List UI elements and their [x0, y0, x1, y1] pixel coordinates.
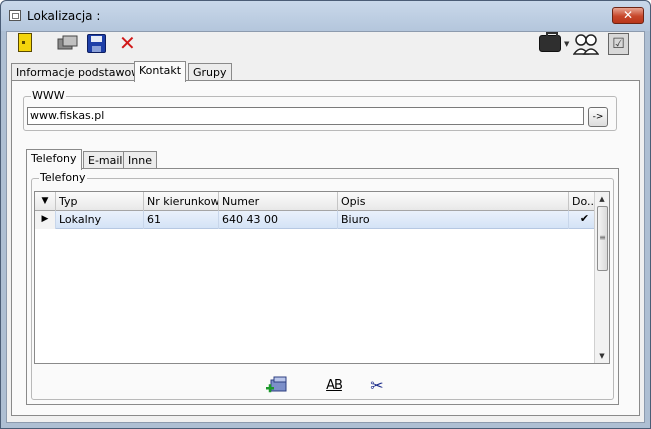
application-window: Lokalizacja : ✕ ✕ ▼ ☑ Informacje podstaw… [0, 0, 651, 429]
scroll-thumb[interactable]: ≡ [597, 206, 608, 271]
open-www-button[interactable]: -> [588, 107, 608, 127]
vertical-scrollbar[interactable]: ▲ ≡ ▼ [594, 192, 609, 363]
scroll-down-icon[interactable]: ▼ [595, 349, 609, 363]
rename-label: AB [326, 378, 343, 393]
www-group: WWW www.fiskas.pl -> [23, 90, 617, 131]
save-icon[interactable] [87, 34, 106, 53]
people-icon[interactable] [573, 33, 599, 55]
column-header-typ[interactable]: Typ [56, 192, 144, 211]
table-row[interactable]: ▶ Lokalny 61 640 43 00 Biuro ✔ [35, 211, 601, 229]
briefcase-icon[interactable] [539, 32, 561, 52]
delete-icon[interactable]: ✕ [119, 32, 137, 54]
cut-icon[interactable]: ✂ [364, 375, 390, 397]
cell-typ[interactable]: Lokalny [56, 211, 144, 229]
add-phone-button[interactable] [264, 375, 290, 397]
scroll-up-icon[interactable]: ▲ [595, 192, 609, 206]
telefony-legend: Telefony [39, 171, 87, 184]
cell-numer[interactable]: 640 43 00 [219, 211, 338, 229]
row-selector-icon[interactable]: ▶ [35, 211, 56, 229]
client-area: ✕ ▼ ☑ Informacje podstawowe Kontakt Grup… [6, 31, 645, 423]
cell-nr-kierunkowy[interactable]: 61 [144, 211, 219, 229]
rename-button[interactable]: AB [321, 375, 347, 397]
checkbox-icon[interactable]: ☑ [608, 33, 629, 55]
column-header-nr-kierunkowy[interactable]: Nr kierunkowy [144, 192, 219, 211]
column-header-opis[interactable]: Opis [338, 192, 569, 211]
column-header-numer[interactable]: Numer [219, 192, 338, 211]
title-bar[interactable]: Lokalizacja : ✕ [1, 1, 650, 31]
window-title: Lokalizacja : [27, 9, 101, 23]
duplicate-icon[interactable] [57, 35, 79, 51]
tab-informacje-podstawowe[interactable]: Informacje podstawowe [11, 63, 152, 81]
grid-header: ▼ Typ Nr kierunkowy Numer Opis Do... [35, 192, 601, 211]
tab-telefony[interactable]: Telefony [26, 149, 82, 170]
tab-grupy[interactable]: Grupy [188, 63, 232, 81]
www-field[interactable]: www.fiskas.pl [27, 107, 584, 125]
close-button[interactable]: ✕ [612, 7, 644, 24]
cell-opis[interactable]: Biuro [338, 211, 569, 229]
telefony-panel: Telefony ▼ Typ Nr kierunkowy Numer Opis … [26, 168, 619, 405]
phones-grid[interactable]: ▼ Typ Nr kierunkowy Numer Opis Do... ▶ L… [34, 191, 610, 364]
window-icon [9, 10, 21, 21]
www-legend: WWW [31, 89, 66, 102]
tab-e-mail[interactable]: E-mail [83, 151, 128, 169]
door-exit-icon[interactable] [18, 33, 32, 52]
tab-kontakt[interactable]: Kontakt [134, 61, 187, 82]
tab-inne[interactable]: Inne [123, 151, 157, 169]
kontakt-panel: WWW www.fiskas.pl -> Telefony E-mail Inn… [11, 80, 640, 416]
chevron-down-icon[interactable]: ▼ [564, 40, 569, 48]
sort-dropdown-icon[interactable]: ▼ [35, 192, 56, 211]
telefony-group: Telefony ▼ Typ Nr kierunkowy Numer Opis … [31, 172, 614, 400]
